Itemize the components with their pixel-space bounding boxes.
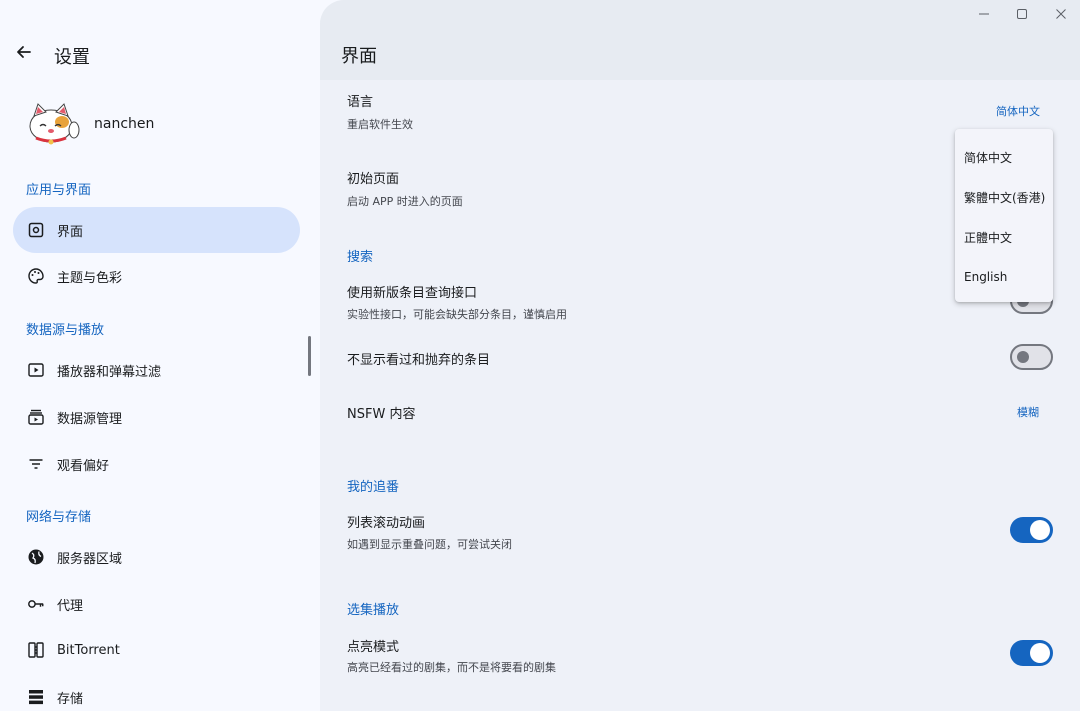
- hide-watched-title: 不显示看过和抛弃的条目: [347, 353, 491, 368]
- sidebar-item-label: 数据源管理: [57, 411, 123, 427]
- language-option[interactable]: 繁體中文(香港): [955, 177, 1053, 217]
- sidebar-item-theme[interactable]: 主题与色彩: [13, 253, 300, 299]
- language-value[interactable]: 简体中文: [996, 103, 1040, 119]
- gear-square-icon: [27, 221, 45, 239]
- sidebar-item-label: BitTorrent: [57, 642, 120, 658]
- sidebar-item-player-filter[interactable]: 播放器和弹幕过滤: [13, 347, 300, 393]
- new-api-title: 使用新版条目查询接口: [347, 286, 478, 301]
- username: nanchen: [94, 116, 155, 132]
- sidebar-item-label: 代理: [57, 598, 84, 614]
- section-data-playback: 数据源与播放: [26, 323, 105, 338]
- sidebar-item-label: 存储: [57, 691, 84, 707]
- sidebar-item-label: 主题与色彩: [57, 270, 123, 286]
- main-header: 界面: [320, 0, 1080, 80]
- palette-icon: [27, 267, 45, 285]
- close-icon[interactable]: [1053, 6, 1069, 22]
- storage-icon: [27, 688, 45, 706]
- user-profile[interactable]: nanchen: [26, 100, 154, 148]
- settings-title: 设置: [54, 47, 90, 68]
- play-box-icon: [27, 361, 45, 379]
- language-subtitle: 重启软件生效: [347, 118, 413, 131]
- list-anim-subtitle: 如遇到显示重叠问题，可尝试关闭: [347, 538, 512, 551]
- group-following: 我的追番: [347, 480, 400, 495]
- sidebar-item-bittorrent[interactable]: BitTorrent: [13, 627, 300, 673]
- back-arrow-icon[interactable]: [14, 42, 34, 62]
- hide-watched-toggle[interactable]: [1010, 344, 1053, 370]
- main-panel: 界面 语言 重启软件生效 简体中文 初始页面 启动 APP 时进入的页面 搜索 …: [320, 0, 1080, 711]
- sidebar-scrollbar[interactable]: [308, 336, 311, 376]
- sidebar-item-watch-prefs[interactable]: 观看偏好: [13, 441, 300, 487]
- globe-icon: [27, 548, 45, 566]
- bittorrent-icon: [27, 641, 45, 659]
- language-option[interactable]: 简体中文: [955, 137, 1053, 177]
- toggle-knob: [1030, 520, 1050, 540]
- start-page-subtitle: 启动 APP 时进入的页面: [347, 195, 463, 208]
- highlight-subtitle: 高亮已经看过的剧集，而不是将要看的剧集: [347, 661, 556, 674]
- key-icon: [27, 595, 45, 613]
- avatar: [26, 100, 82, 148]
- group-episode: 选集播放: [347, 603, 400, 618]
- sidebar-item-storage[interactable]: 存储: [13, 674, 300, 711]
- sidebar-item-proxy[interactable]: 代理: [13, 581, 300, 627]
- sidebar-item-server-region[interactable]: 服务器区域: [13, 534, 300, 580]
- language-dropdown: 简体中文 繁體中文(香港) 正體中文 English: [955, 129, 1053, 302]
- minimize-icon[interactable]: [976, 6, 992, 22]
- sidebar-item-label: 界面: [57, 224, 84, 240]
- page-title: 界面: [341, 46, 377, 67]
- language-option[interactable]: English: [955, 257, 1053, 297]
- toggle-knob: [1017, 351, 1029, 363]
- toggle-knob: [1030, 643, 1050, 663]
- section-app-ui: 应用与界面: [26, 183, 92, 198]
- nsfw-title: NSFW 内容: [347, 407, 416, 422]
- list-anim-title: 列表滚动动画: [347, 516, 426, 531]
- sidebar-item-data-sources[interactable]: 数据源管理: [13, 394, 300, 440]
- language-option[interactable]: 正體中文: [955, 217, 1053, 257]
- section-network-storage: 网络与存储: [26, 510, 92, 525]
- sidebar: 设置 nanchen 应用与界面 界面 主题与色彩 数据源与播放 播放器和弹幕过…: [0, 0, 320, 711]
- sidebar-item-interface[interactable]: 界面: [13, 207, 300, 253]
- nsfw-value[interactable]: 模糊: [1017, 404, 1039, 420]
- group-search: 搜索: [347, 250, 374, 265]
- filter-lines-icon: [27, 455, 45, 473]
- language-title: 语言: [347, 95, 374, 110]
- sidebar-item-label: 观看偏好: [57, 458, 110, 474]
- new-api-subtitle: 实验性接口，可能会缺失部分条目，谨慎启用: [347, 308, 567, 321]
- sidebar-item-label: 播放器和弹幕过滤: [57, 364, 162, 380]
- list-anim-toggle[interactable]: [1010, 517, 1053, 543]
- stack-play-icon: [27, 408, 45, 426]
- start-page-title: 初始页面: [347, 172, 400, 187]
- highlight-toggle[interactable]: [1010, 640, 1053, 666]
- sidebar-item-label: 服务器区域: [57, 551, 123, 567]
- maximize-icon[interactable]: [1014, 6, 1030, 22]
- highlight-title: 点亮模式: [347, 640, 400, 655]
